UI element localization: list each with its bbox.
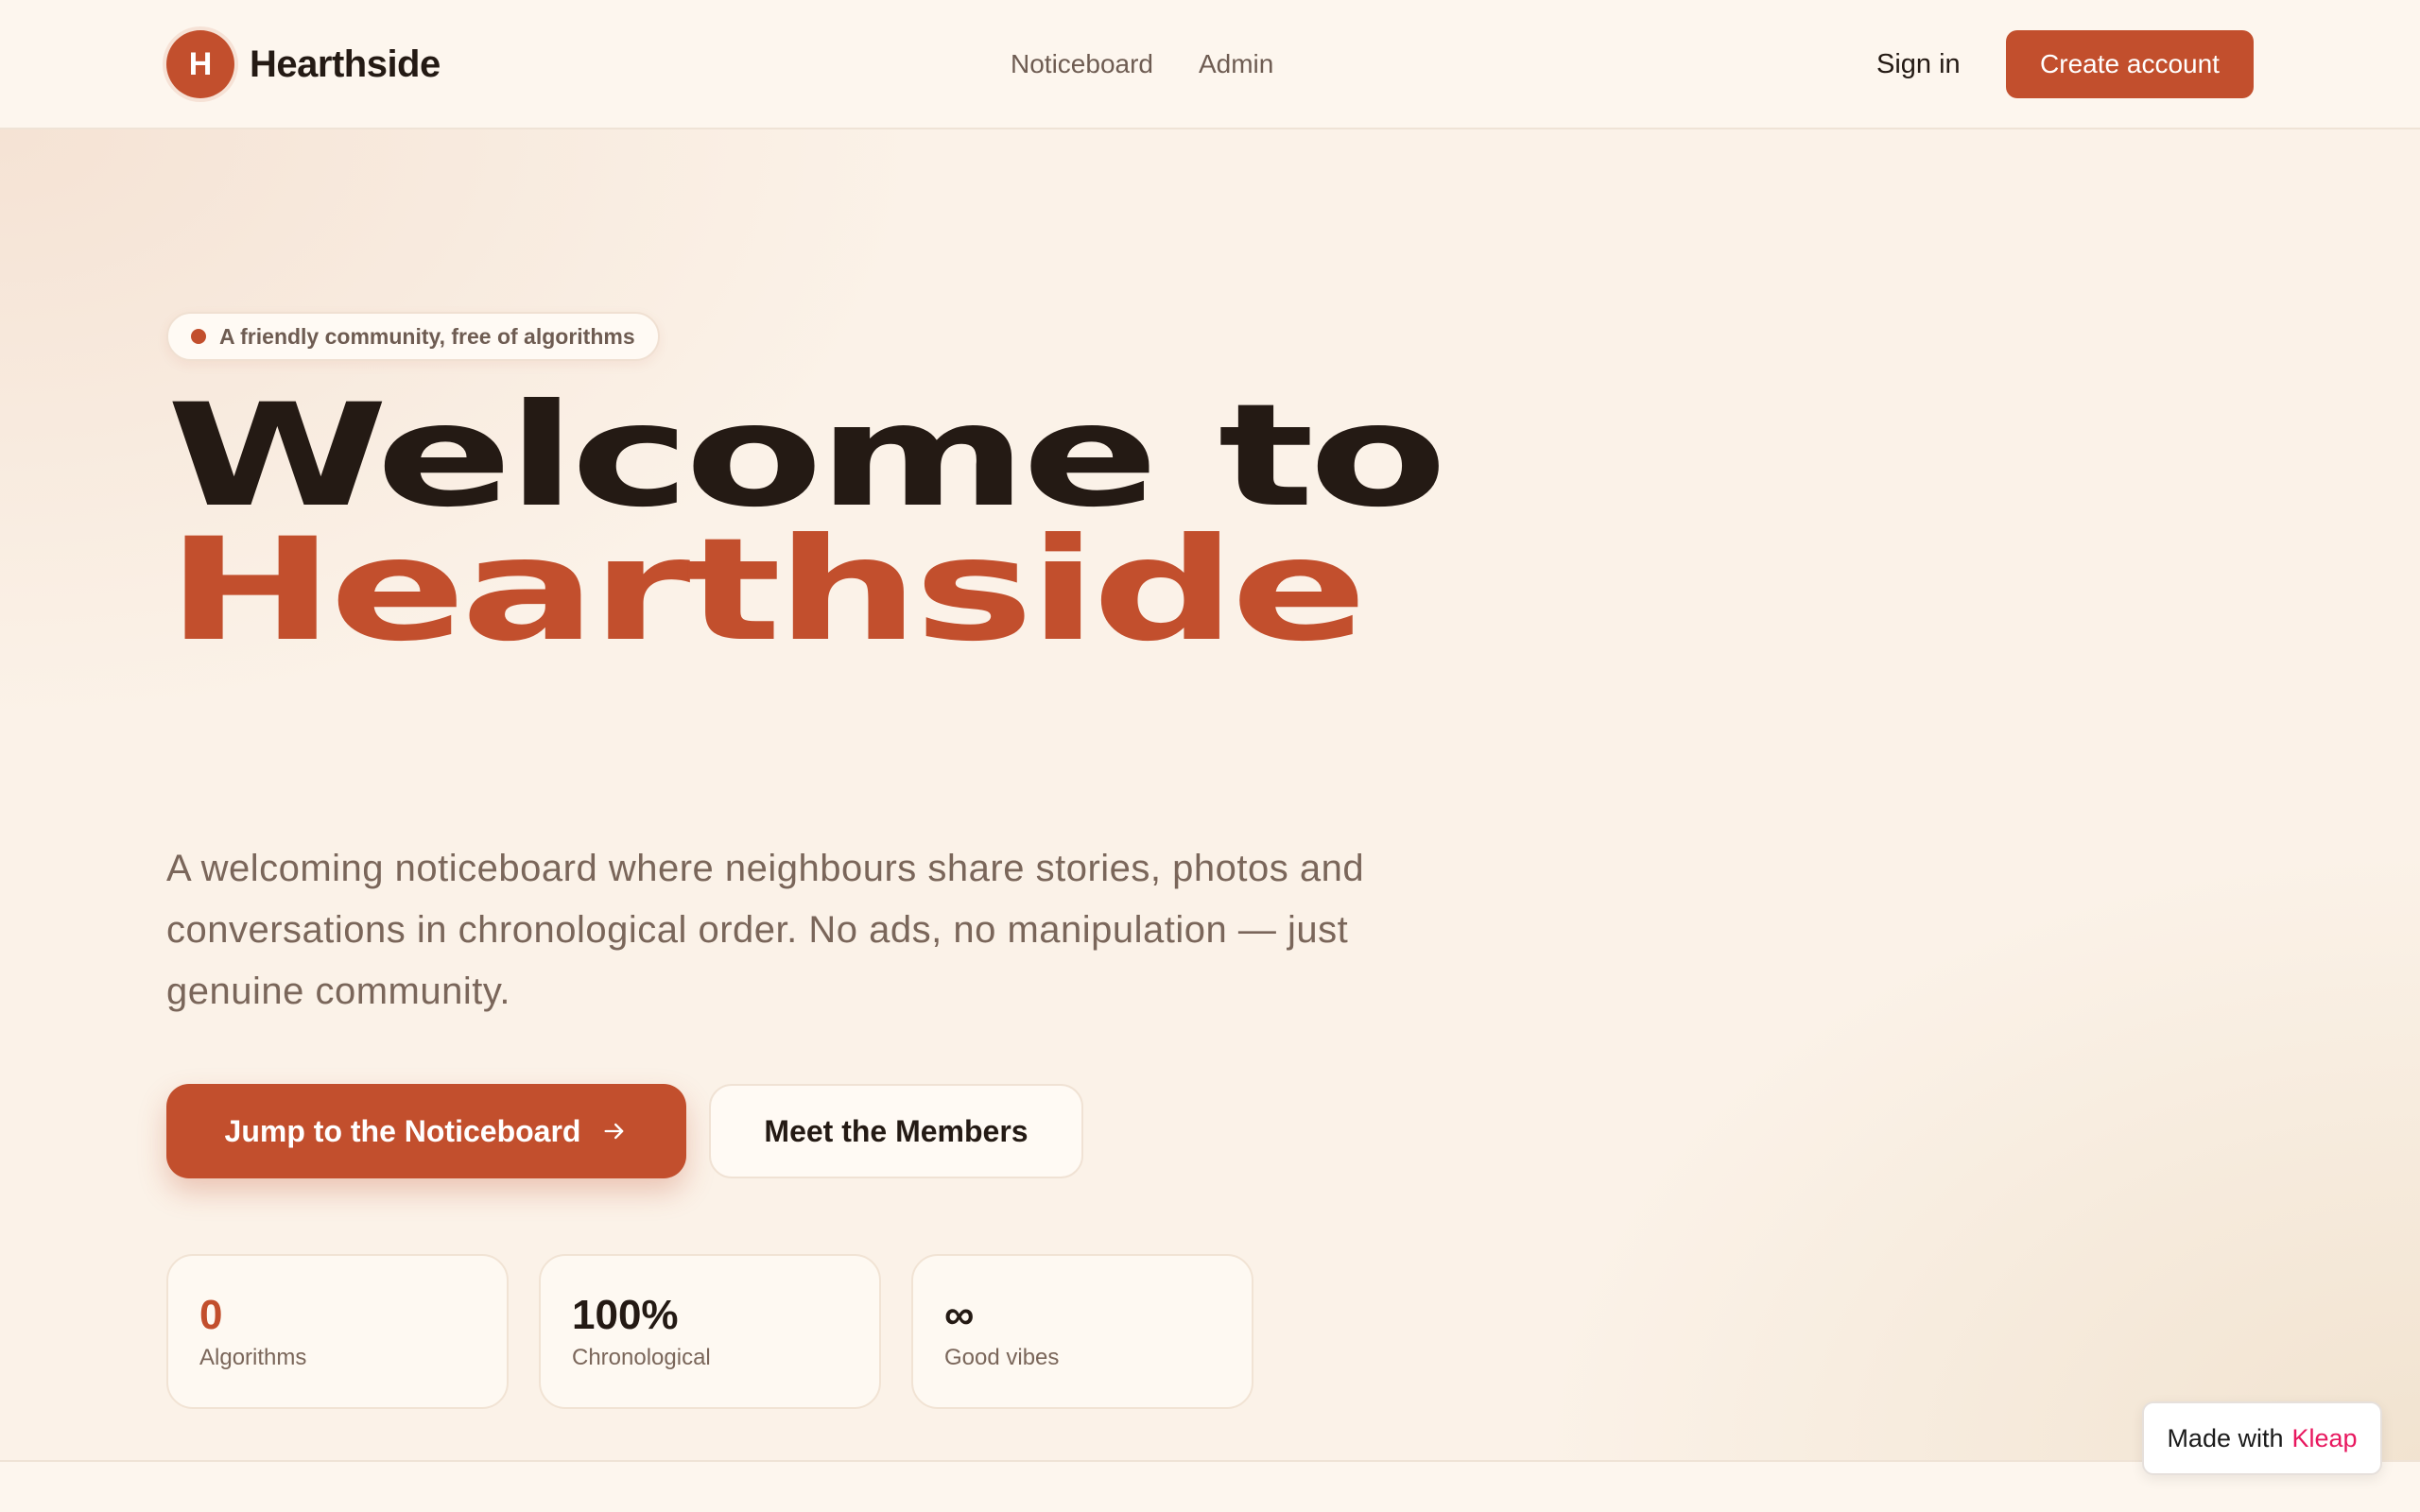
site-header: H Hearthside Noticeboard Admin Sign in C… — [0, 0, 2420, 129]
hero-headline: Welcome to Hearthside — [166, 374, 1447, 673]
stat-card: ∞ Good vibes — [911, 1254, 1253, 1409]
arrow-right-icon — [604, 1123, 624, 1140]
main-nav: Noticeboard Admin — [1011, 43, 1273, 85]
nav-link-noticeboard[interactable]: Noticeboard — [1011, 49, 1153, 79]
stat-label: Good vibes — [944, 1345, 1060, 1370]
hero-section: A friendly community, free of algorithms… — [0, 129, 2420, 1460]
nav-link-admin[interactable]: Admin — [1199, 49, 1273, 79]
meet-the-members-button[interactable]: Meet the Members — [709, 1084, 1083, 1178]
stat-value: 100% — [572, 1292, 679, 1338]
tagline-text: A friendly community, free of algorithms — [219, 323, 635, 349]
stat-value: ∞ — [944, 1292, 975, 1338]
made-with-kleap-badge[interactable]: Made with Kleap — [2142, 1401, 2382, 1475]
sign-in-link[interactable]: Sign in — [1876, 43, 1961, 85]
primary-cta-label: Jump to the Noticeboard — [224, 1113, 581, 1148]
stat-label: Chronological — [572, 1345, 711, 1370]
logo-mark: H — [166, 30, 234, 98]
brand-name: Hearthside — [250, 43, 441, 85]
jump-to-noticeboard-button[interactable]: Jump to the Noticeboard — [166, 1084, 686, 1178]
hero-lead-paragraph: A welcoming noticeboard where neighbours… — [166, 848, 1365, 1012]
create-account-button[interactable]: Create account — [2006, 30, 2254, 98]
badge-brand: Kleap — [2291, 1423, 2358, 1452]
stat-card: 100% Chronological — [539, 1254, 881, 1409]
headline-line-2: Hearthside — [166, 508, 1368, 673]
status-dot-icon — [191, 329, 206, 344]
brand-home-link[interactable]: H Hearthside — [166, 30, 441, 98]
tagline-pill: A friendly community, free of algorithms — [166, 312, 660, 361]
stat-value: 0 — [199, 1292, 223, 1338]
stat-label: Algorithms — [199, 1345, 307, 1370]
next-section-edge — [0, 1460, 2420, 1512]
badge-prefix: Made with — [2167, 1423, 2284, 1452]
stats-row: 0 Algorithms 100% Chronological ∞ Good v… — [166, 1254, 1253, 1409]
stat-card: 0 Algorithms — [166, 1254, 509, 1409]
headline-line-1: Welcome to — [166, 374, 1447, 539]
